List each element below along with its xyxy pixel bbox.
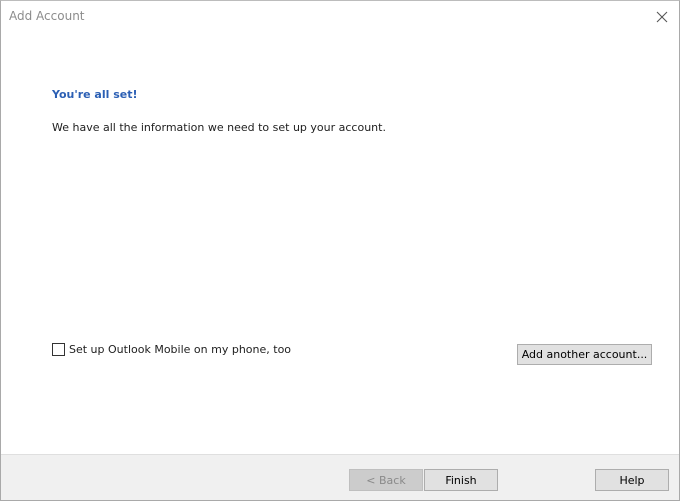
help-button[interactable]: Help — [595, 469, 669, 491]
outlook-mobile-checkbox-label[interactable]: Set up Outlook Mobile on my phone, too — [69, 343, 291, 356]
add-account-dialog: Add Account You're all set! We have all … — [0, 0, 680, 501]
add-another-account-button[interactable]: Add another account... — [517, 344, 652, 365]
title-bar: Add Account — [1, 1, 679, 32]
dialog-footer: < Back Finish Help — [1, 454, 679, 500]
outlook-mobile-checkbox[interactable] — [52, 342, 65, 356]
close-icon — [656, 11, 668, 22]
close-button[interactable] — [645, 1, 679, 32]
window-title: Add Account — [9, 9, 85, 23]
finish-button[interactable]: Finish — [424, 469, 498, 491]
back-button[interactable]: < Back — [349, 469, 423, 491]
success-message: We have all the information we need to s… — [52, 121, 386, 134]
success-heading: You're all set! — [52, 88, 138, 101]
outlook-mobile-option[interactable]: Set up Outlook Mobile on my phone, too — [52, 342, 291, 356]
